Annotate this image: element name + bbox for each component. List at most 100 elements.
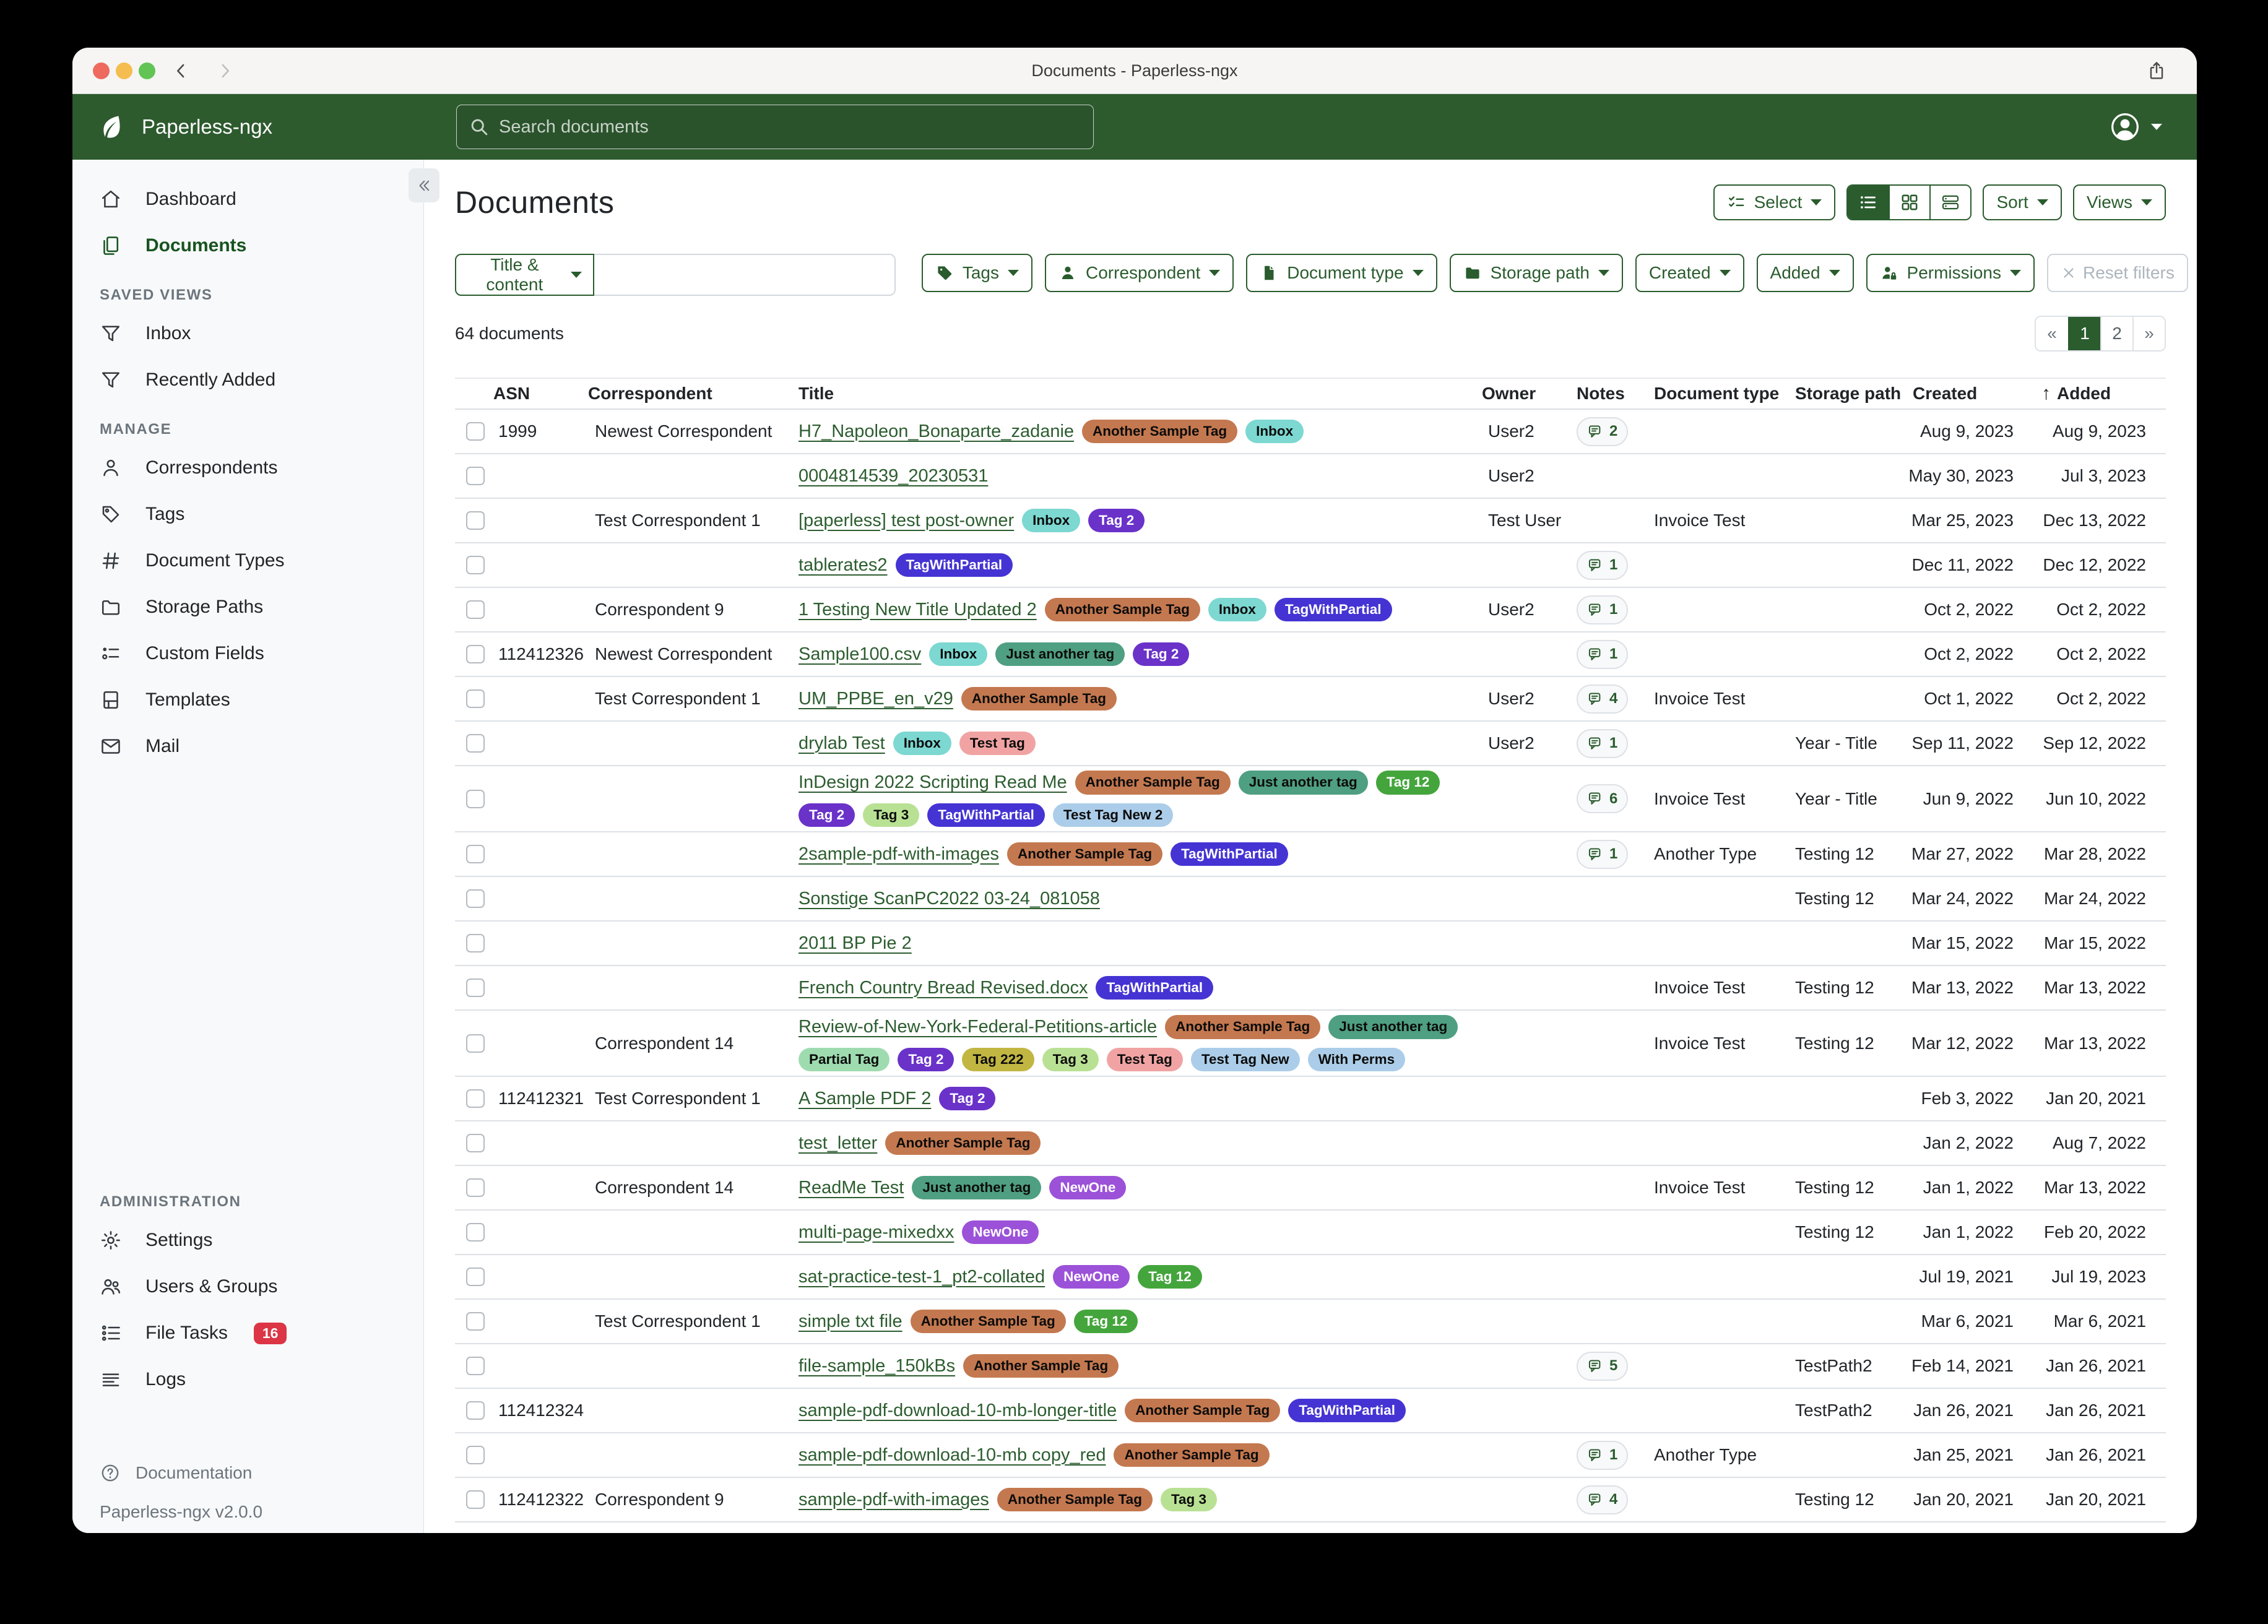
row-checkbox[interactable]	[466, 1490, 485, 1509]
document-link[interactable]: InDesign 2022 Scripting Read Me	[799, 772, 1067, 793]
notes-badge[interactable]: 6	[1577, 784, 1628, 813]
tag-pill[interactable]: Tag 2	[898, 1048, 954, 1072]
tag-pill[interactable]: Test Tag New	[1191, 1048, 1300, 1072]
document-link[interactable]: sample-pdf-download-10-mb copy_red	[799, 1445, 1106, 1466]
tag-pill[interactable]: Inbox	[1208, 598, 1266, 622]
column-header-created[interactable]: Created	[1906, 384, 2020, 404]
row-checkbox[interactable]	[466, 845, 485, 863]
sidebar-item-document-types[interactable]: Document Types	[72, 541, 423, 581]
tag-pill[interactable]: Inbox	[929, 642, 987, 667]
tag-pill[interactable]: TagWithPartial	[1275, 598, 1392, 622]
document-link[interactable]: UM_PPBE_en_v29	[799, 689, 953, 709]
notes-badge[interactable]: 4	[1577, 1485, 1628, 1514]
pagination-next-button[interactable]: »	[2132, 317, 2165, 350]
sidebar-item-users-groups[interactable]: Users & Groups	[72, 1267, 423, 1307]
tag-pill[interactable]: Another Sample Tag	[1045, 598, 1200, 622]
row-checkbox[interactable]	[466, 1178, 485, 1197]
tag-pill[interactable]: TagWithPartial	[927, 803, 1045, 827]
document-link[interactable]: test_letter	[799, 1133, 877, 1154]
filter-permissions-button[interactable]: Permissions	[1866, 254, 2035, 292]
tag-pill[interactable]: Tag 12	[1074, 1310, 1138, 1334]
row-checkbox[interactable]	[466, 1357, 485, 1375]
sidebar-item-mail[interactable]: Mail	[72, 727, 423, 766]
sidebar-item-documentation[interactable]: Documentation	[100, 1462, 262, 1484]
row-checkbox[interactable]	[466, 511, 485, 530]
document-link[interactable]: 2sample-pdf-with-images	[799, 844, 999, 865]
filter-tags-button[interactable]: Tags	[922, 254, 1032, 292]
tag-pill[interactable]: Tag 2	[1088, 509, 1145, 533]
tag-pill[interactable]: Tag 2	[1133, 642, 1189, 667]
notes-badge[interactable]: 4	[1577, 685, 1628, 714]
tag-pill[interactable]: Another Sample Tag	[963, 1354, 1119, 1378]
row-checkbox[interactable]	[466, 1268, 485, 1286]
pagination-page-1[interactable]: 1	[2068, 317, 2100, 350]
tag-pill[interactable]: Tag 12	[1376, 771, 1440, 795]
sidebar-item-templates[interactable]: Templates	[72, 680, 423, 720]
sort-button[interactable]: Sort	[1983, 184, 2061, 220]
tag-pill[interactable]: Tag 3	[1042, 1048, 1099, 1072]
document-link[interactable]: multi-page-mixedxx	[799, 1222, 954, 1243]
tag-pill[interactable]: Another Sample Tag	[1125, 1399, 1280, 1423]
filter-document-type-button[interactable]: Document type	[1246, 254, 1437, 292]
sidebar-item-settings[interactable]: Settings	[72, 1220, 423, 1260]
sidebar-item-documents[interactable]: Documents	[72, 226, 423, 266]
row-checkbox[interactable]	[466, 1401, 485, 1420]
tag-pill[interactable]: Test Tag	[959, 732, 1036, 756]
column-header-added[interactable]: ↑ Added	[2020, 383, 2166, 404]
notes-badge[interactable]: 2	[1577, 417, 1628, 446]
row-checkbox[interactable]	[466, 1446, 485, 1464]
document-link[interactable]: A Sample PDF 2	[799, 1089, 931, 1109]
document-link[interactable]: Sample100.csv	[799, 644, 921, 665]
column-header-owner[interactable]: Owner	[1482, 384, 1572, 404]
sidebar-item-correspondents[interactable]: Correspondents	[72, 448, 423, 488]
title-content-dropdown[interactable]: Title & content	[455, 254, 594, 296]
reset-filters-button[interactable]: Reset filters	[2047, 254, 2188, 292]
tag-pill[interactable]: TagWithPartial	[1171, 842, 1288, 866]
document-link[interactable]: ReadMe Test	[799, 1178, 904, 1198]
tag-pill[interactable]: NewOne	[962, 1220, 1039, 1245]
notes-badge[interactable]: 5	[1577, 1352, 1628, 1381]
document-link[interactable]: 2011 BP Pie 2	[799, 933, 912, 954]
tag-pill[interactable]: Tag 2	[939, 1087, 995, 1111]
tag-pill[interactable]: Just another tag	[995, 642, 1125, 667]
row-checkbox[interactable]	[466, 934, 485, 952]
document-link[interactable]: 1 Testing New Title Updated 2	[799, 600, 1037, 620]
tag-pill[interactable]: Another Sample Tag	[885, 1131, 1041, 1155]
brand[interactable]: Paperless-ngx	[97, 94, 272, 160]
search-input[interactable]	[456, 105, 1094, 149]
document-link[interactable]: file-sample_150kBs	[799, 1356, 955, 1376]
row-checkbox[interactable]	[466, 889, 485, 908]
view-mode-list-button[interactable]	[1848, 186, 1889, 219]
tag-pill[interactable]: Just another tag	[1328, 1015, 1458, 1039]
notes-badge[interactable]: 1	[1577, 1441, 1628, 1470]
notes-badge[interactable]: 1	[1577, 840, 1628, 869]
pagination-prev-button[interactable]: «	[2036, 317, 2068, 350]
row-checkbox[interactable]	[466, 790, 485, 808]
column-header-notes[interactable]: Notes	[1572, 384, 1646, 404]
tag-pill[interactable]: Another Sample Tag	[1165, 1015, 1320, 1039]
document-link[interactable]: drylab Test	[799, 733, 885, 754]
document-link[interactable]: Review-of-New-York-Federal-Petitions-art…	[799, 1017, 1157, 1037]
tag-pill[interactable]: Tag 3	[1161, 1488, 1217, 1512]
row-checkbox[interactable]	[466, 1134, 485, 1152]
sidebar-item-tags[interactable]: Tags	[72, 495, 423, 534]
filter-created-button[interactable]: Created	[1635, 254, 1744, 292]
row-checkbox[interactable]	[466, 645, 485, 663]
sidebar-item-inbox[interactable]: Inbox	[72, 314, 423, 353]
column-header-correspondent[interactable]: Correspondent	[588, 384, 799, 404]
row-checkbox[interactable]	[466, 422, 485, 441]
sidebar-item-file-tasks[interactable]: File Tasks16	[72, 1313, 423, 1353]
row-checkbox[interactable]	[466, 1223, 485, 1242]
tag-pill[interactable]: TagWithPartial	[896, 553, 1013, 577]
document-link[interactable]: simple txt file	[799, 1311, 902, 1332]
filter-storage-path-button[interactable]: Storage path	[1450, 254, 1623, 292]
document-link[interactable]: sample-pdf-download-10-mb-longer-title	[799, 1401, 1117, 1421]
tag-pill[interactable]: Another Sample Tag	[1082, 420, 1237, 444]
select-button[interactable]: Select	[1713, 184, 1836, 220]
filter-correspondent-button[interactable]: Correspondent	[1045, 254, 1234, 292]
tag-pill[interactable]: TagWithPartial	[1096, 976, 1213, 1000]
tag-pill[interactable]: Tag 2	[799, 803, 855, 827]
row-checkbox[interactable]	[466, 467, 485, 485]
document-link[interactable]: French Country Bread Revised.docx	[799, 978, 1088, 998]
row-checkbox[interactable]	[466, 1312, 485, 1331]
